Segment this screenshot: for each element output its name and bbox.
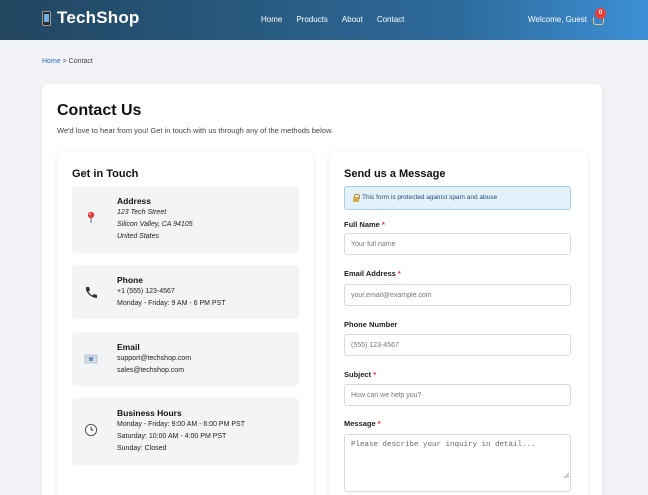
cart-count-badge: 0 xyxy=(595,8,606,19)
breadcrumb-separator: > xyxy=(60,58,69,65)
page-title: Contact Us xyxy=(57,102,142,119)
message-textarea[interactable] xyxy=(344,434,571,492)
message-label-text: Message xyxy=(344,419,376,428)
phone-input[interactable] xyxy=(344,334,571,356)
logo-text: TechShop xyxy=(57,8,140,27)
phone-label: Phone Number xyxy=(344,320,397,329)
phone-title: Phone xyxy=(117,275,143,285)
page-subtitle: We'd love to hear from you! Get in touch… xyxy=(57,126,334,135)
contact-card: Contact Us We'd love to hear from you! G… xyxy=(42,84,602,495)
email-sales[interactable]: sales@techshop.com xyxy=(117,367,184,374)
address-line-1: 123 Tech Street xyxy=(117,209,167,216)
required-marker: * xyxy=(377,419,381,428)
nav-contact[interactable]: Contact xyxy=(377,15,405,24)
address-line-2: Silicon Valley, CA 94105 xyxy=(117,221,193,228)
logo[interactable]: TechShop xyxy=(42,8,140,28)
breadcrumb: Home > Contact xyxy=(42,58,93,65)
email-support[interactable]: support@techshop.com xyxy=(117,355,191,362)
address-title: Address xyxy=(117,196,152,206)
welcome-text: Welcome, Guest xyxy=(528,15,587,24)
address-card: Address 123 Tech Street Silicon Valley, … xyxy=(72,186,299,253)
breadcrumb-current: Contact xyxy=(68,58,93,65)
required-marker: * xyxy=(373,370,377,379)
phone-label-text: Phone Number xyxy=(344,320,398,329)
get-in-touch-panel: Get in Touch Address 123 Tech Street Sil… xyxy=(57,152,314,495)
hours-weekday: Monday - Friday: 9:00 AM - 6:00 PM PST xyxy=(117,421,245,428)
phone-icon xyxy=(85,287,97,298)
resize-handle-icon[interactable] xyxy=(563,472,569,478)
message-form-panel: Send us a Message This form is protected… xyxy=(329,152,588,495)
phone-number: +1 (555) 123-4567 xyxy=(117,288,175,295)
subject-input[interactable] xyxy=(344,384,571,406)
email-label: Email Address * xyxy=(344,269,401,278)
cart-button[interactable]: 0 xyxy=(592,8,606,26)
email-icon xyxy=(84,354,98,364)
get-in-touch-title: Get in Touch xyxy=(72,168,139,180)
phone-hours: Monday - Friday: 9 AM - 6 PM PST xyxy=(117,300,226,307)
phone-logo-icon xyxy=(42,10,51,26)
main-nav: Home Products About Contact xyxy=(261,15,404,24)
email-card: Email support@techshop.com sales@techsho… xyxy=(72,332,299,386)
breadcrumb-home-link[interactable]: Home xyxy=(42,58,61,65)
business-hours-title: Business Hours xyxy=(117,408,182,418)
security-note-text: This form is protected against spam and … xyxy=(362,194,498,201)
email-input[interactable] xyxy=(344,284,571,306)
nav-products[interactable]: Products xyxy=(296,15,328,24)
map-pin-icon xyxy=(87,211,95,223)
full-name-label-text: Full Name xyxy=(344,220,380,229)
subject-label: Subject * xyxy=(344,370,376,379)
email-title: Email xyxy=(117,342,140,352)
lock-icon xyxy=(353,194,360,202)
business-hours-card: Business Hours Monday - Friday: 9:00 AM … xyxy=(72,398,299,465)
site-header: TechShop Home Products About Contact Wel… xyxy=(0,0,648,40)
message-label: Message * xyxy=(344,419,381,428)
nav-about[interactable]: About xyxy=(342,15,363,24)
full-name-label: Full Name * xyxy=(344,220,385,229)
required-marker: * xyxy=(397,269,401,278)
hours-saturday: Saturday: 10:00 AM - 4:00 PM PST xyxy=(117,433,227,440)
address-line-3: United States xyxy=(117,233,160,240)
hours-sunday: Sunday: Closed xyxy=(117,445,167,452)
phone-card: Phone +1 (555) 123-4567 Monday - Friday:… xyxy=(72,265,299,319)
nav-home[interactable]: Home xyxy=(261,15,282,24)
full-name-input[interactable] xyxy=(344,233,571,255)
form-title: Send us a Message xyxy=(344,168,446,180)
subject-label-text: Subject xyxy=(344,370,372,379)
security-note: This form is protected against spam and … xyxy=(344,186,571,210)
email-label-text: Email Address xyxy=(344,269,396,278)
clock-icon xyxy=(84,423,98,437)
required-marker: * xyxy=(381,220,385,229)
